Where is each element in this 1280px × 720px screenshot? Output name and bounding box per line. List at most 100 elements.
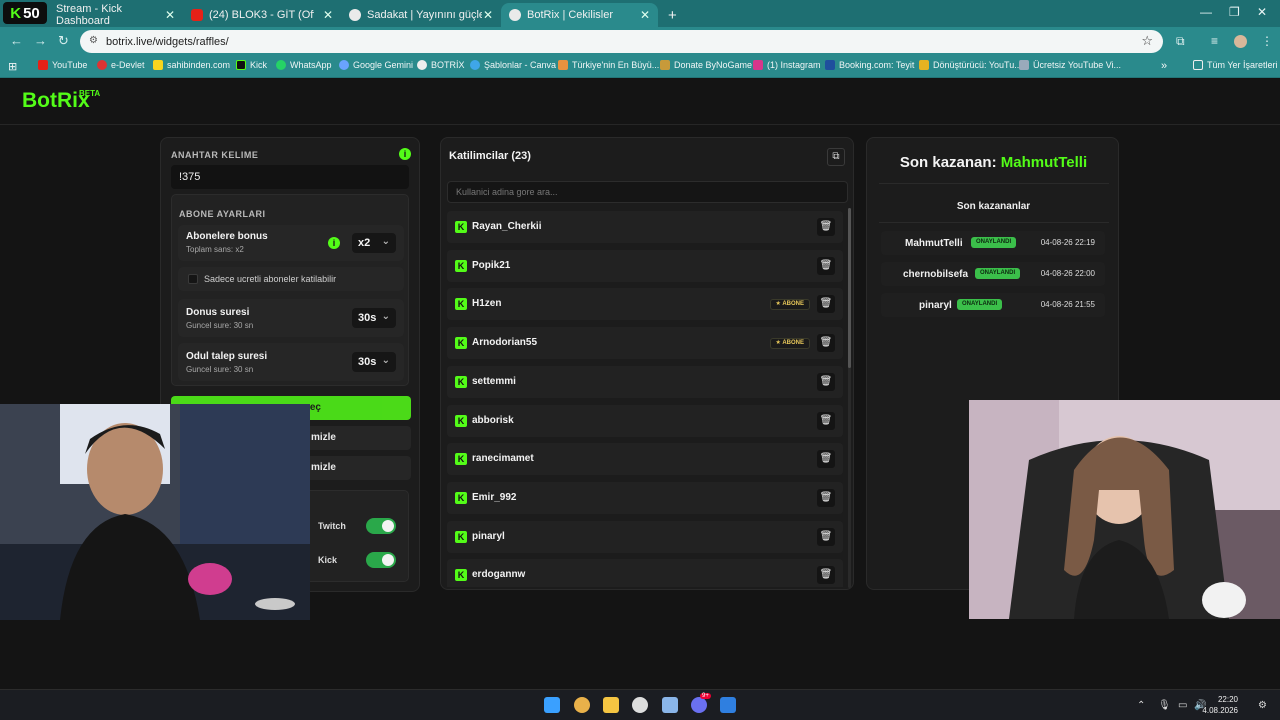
- new-tab-button[interactable]: +: [660, 3, 680, 27]
- app-icon[interactable]: [662, 697, 678, 713]
- bookmark-youtube[interactable]: YouTube: [38, 60, 87, 70]
- keyword-input[interactable]: !375: [171, 165, 409, 189]
- close-icon[interactable]: ✕: [483, 8, 493, 22]
- participant-name: erdogannw: [472, 569, 526, 581]
- app-icon[interactable]: [720, 697, 736, 713]
- kick-toggle[interactable]: [366, 552, 396, 568]
- participant-row[interactable]: K Emir_992 🗑: [447, 481, 843, 514]
- back-icon[interactable]: ←: [10, 33, 23, 48]
- participant-row[interactable]: K Rayan_Cherkii 🗑: [447, 211, 843, 243]
- app-header: BotRix BETA: [0, 79, 1280, 125]
- close-icon[interactable]: ✕: [640, 8, 650, 22]
- only-paid-row[interactable]: Sadece ucretli aboneler katilabilir: [178, 267, 404, 291]
- tab-youtube[interactable]: (24) BLOK3 - GİT (Official M ✕: [183, 3, 341, 27]
- chevron-up-icon[interactable]: ⌃: [1137, 700, 1145, 711]
- tab-botrix[interactable]: BotRix | Cekilisler ✕: [501, 3, 658, 27]
- participant-row[interactable]: K Popik21 🗑: [447, 249, 843, 282]
- kick-icon: K: [455, 298, 467, 311]
- address-bar[interactable]: ⚙ botrix.live/widgets/raffles/ ☆: [80, 30, 1163, 53]
- bonus-time-select[interactable]: 30s ⌄: [352, 308, 396, 328]
- participant-row[interactable]: Kranecimamet 🗑: [447, 443, 843, 476]
- trash-icon[interactable]: 🗑: [817, 372, 835, 391]
- booking-icon: [825, 60, 835, 70]
- browser-tab-bar: K 50 Stream - Kick Dashboard ✕ (24) BLOK3…: [0, 0, 1280, 27]
- extensions-icon[interactable]: ⧉: [1176, 34, 1185, 49]
- notification-icon[interactable]: ⚙: [1258, 700, 1267, 711]
- obs-icon[interactable]: [632, 697, 648, 713]
- close-window-icon[interactable]: ✕: [1257, 5, 1267, 19]
- close-icon[interactable]: ✕: [165, 8, 175, 22]
- restore-icon[interactable]: ❐: [1229, 5, 1240, 19]
- bookmark-star-icon[interactable]: ☆: [1141, 33, 1153, 49]
- kick-icon: K: [455, 259, 467, 272]
- profile-avatar[interactable]: [1234, 35, 1247, 48]
- all-bookmarks[interactable]: Tüm Yer İşaretleri: [1193, 60, 1278, 70]
- bookmark-whatsapp[interactable]: WhatsApp: [276, 60, 332, 70]
- chrome-icon[interactable]: [574, 697, 590, 713]
- sub-bonus-select[interactable]: x2 ⌄: [352, 233, 396, 253]
- microphone-icon[interactable]: 🎙: [1158, 700, 1171, 711]
- participant-row[interactable]: Kpinaryl 🗑: [447, 520, 843, 553]
- participant-scrollbar[interactable]: [848, 208, 851, 588]
- trash-icon[interactable]: 🗑: [817, 218, 835, 236]
- network-icon[interactable]: ▭: [1178, 700, 1187, 711]
- trash-icon[interactable]: 🗑: [817, 256, 835, 275]
- sub-bonus-title: Abonelere bonus: [186, 231, 268, 242]
- botrix-logo[interactable]: BotRix BETA: [22, 89, 100, 113]
- trash-icon[interactable]: 🗑: [817, 450, 835, 469]
- trash-icon[interactable]: 🗑: [817, 527, 835, 546]
- winner-name: pinaryl: [919, 300, 952, 311]
- kick-icon: K: [455, 453, 467, 466]
- bookmark-sahibinden[interactable]: sahibinden.com: [153, 60, 230, 70]
- bookmark-turkiye[interactable]: Türkiye'nin En Büyü...: [558, 60, 659, 70]
- menu-icon[interactable]: ⋮: [1261, 34, 1273, 48]
- copy-icon[interactable]: ⧉: [827, 148, 845, 166]
- participant-row[interactable]: Kabborisk 🗑: [447, 404, 843, 437]
- close-icon[interactable]: ✕: [323, 8, 333, 22]
- apps-icon[interactable]: ⊞: [8, 60, 17, 73]
- participant-search-input[interactable]: [447, 181, 848, 203]
- bookmark-botrix[interactable]: BOTRİX: [417, 60, 465, 70]
- subscriber-badge: ★ ABONE: [769, 299, 810, 311]
- info-icon[interactable]: i: [328, 237, 340, 249]
- clock[interactable]: 22:20 4.08.2026: [1202, 694, 1238, 716]
- bookmark-booking[interactable]: Booking.com: Teyit: [825, 60, 914, 70]
- bookmark-kick[interactable]: Kick: [236, 60, 267, 70]
- participant-row[interactable]: K H1zen ★ ABONE 🗑: [447, 288, 843, 321]
- info-icon[interactable]: i: [399, 148, 411, 160]
- instagram-icon: [753, 60, 763, 70]
- tab-label: Sadakat | Yayınını güçlendirme: [367, 9, 482, 21]
- tab-kick-dashboard[interactable]: Stream - Kick Dashboard ✕: [48, 3, 183, 27]
- site-info-icon[interactable]: ⚙: [89, 35, 98, 46]
- bookmark-edevlet[interactable]: e-Devlet: [97, 60, 145, 70]
- start-icon[interactable]: [544, 697, 560, 713]
- reload-icon[interactable]: ↻: [58, 33, 69, 49]
- tab-sadakat[interactable]: Sadakat | Yayınını güçlendirme ✕: [341, 3, 501, 27]
- trash-icon[interactable]: 🗑: [817, 411, 835, 430]
- trash-icon[interactable]: 🗑: [817, 566, 835, 585]
- winner-row: MahmutTelli ONAYLANDI 04-08-26 22:19: [881, 231, 1105, 255]
- winner-name: chernobilsefa: [903, 269, 969, 280]
- more-bookmarks-icon[interactable]: »: [1161, 60, 1167, 72]
- participant-row[interactable]: Kerdogannw 🗑: [447, 559, 843, 587]
- claim-time-select[interactable]: 30s ⌄: [352, 352, 396, 372]
- forward-icon[interactable]: →: [34, 33, 47, 48]
- bookmark-free-youtube[interactable]: Ücretsiz YouTube Vi...: [1019, 60, 1121, 70]
- twitch-toggle[interactable]: [366, 518, 396, 534]
- bookmark-canva[interactable]: Şablonlar - Canva: [470, 60, 556, 70]
- media-icon[interactable]: ≡: [1211, 34, 1218, 48]
- bookmark-bynogame[interactable]: Donate ByNoGame: [660, 60, 752, 70]
- bookmark-instagram[interactable]: (1) Instagram: [753, 60, 821, 70]
- trash-icon[interactable]: 🗑: [817, 334, 835, 353]
- file-explorer-icon[interactable]: [603, 697, 619, 713]
- minimize-icon[interactable]: —: [1200, 5, 1212, 19]
- bookmark-gemini[interactable]: Google Gemini: [339, 60, 413, 70]
- discord-icon[interactable]: [691, 697, 707, 713]
- only-paid-checkbox[interactable]: [188, 274, 198, 284]
- participant-row[interactable]: Ksettemmi 🗑: [447, 365, 843, 398]
- bookmark-converter[interactable]: Dönüştürücü: YouTu...: [919, 60, 1022, 70]
- trash-icon[interactable]: 🗑: [817, 488, 835, 507]
- participant-row[interactable]: K Arnodorian55 ★ ABONE 🗑: [447, 327, 843, 360]
- trash-icon[interactable]: 🗑: [817, 295, 835, 314]
- participant-name: settemmi: [472, 375, 516, 387]
